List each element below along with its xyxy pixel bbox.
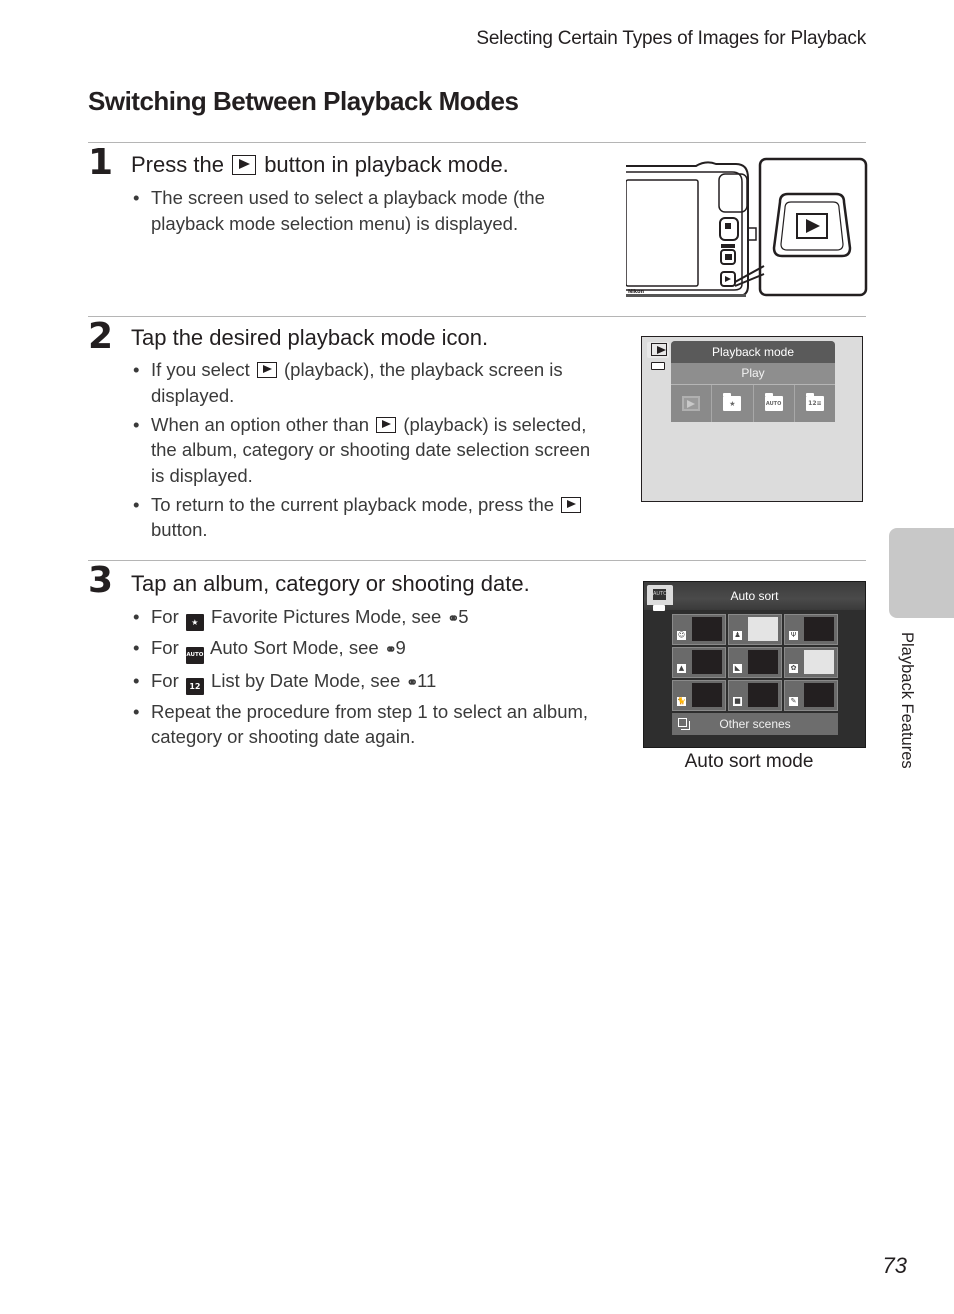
page-reference-link[interactable]: 9	[396, 637, 406, 658]
pet-icon: 🐈	[677, 697, 686, 706]
mode-option-play[interactable]	[671, 385, 713, 422]
thumbnail-photo	[804, 650, 834, 674]
step-2-title: Tap the desired playback mode icon.	[131, 325, 489, 350]
figure-caption: Auto sort mode	[684, 751, 814, 772]
current-mode-indicator: AUTO	[647, 585, 673, 605]
step-2-bullets: • If you select (playback), the playback …	[131, 357, 601, 546]
battery-icon	[651, 362, 665, 370]
thumbnail	[804, 617, 834, 641]
thumbnail-photo	[748, 617, 778, 641]
category-close-ups[interactable]: ✿	[784, 647, 838, 678]
playback-button-icon	[232, 155, 257, 175]
playback-icon	[256, 362, 277, 378]
smile-icon: ☺	[677, 631, 686, 640]
step-1-title: Press the button in playback mode.	[131, 154, 509, 176]
category-pet-portrait[interactable]: 🐈	[672, 680, 726, 711]
category-food[interactable]: Ψ	[784, 614, 838, 645]
category-smile-portrait[interactable]: ☺	[672, 614, 726, 645]
mode-option-list-by-date[interactable]: 12≡	[795, 385, 835, 422]
auto-sort-screen: Auto sort AUTO ☺ ♟ Ψ ▲ ◣ ✿ 🐈 ■ ✎ Other s…	[643, 581, 866, 748]
playback-icon	[376, 416, 397, 433]
bullet-item: • For AUTO Auto Sort Mode, see ⚭9	[131, 635, 601, 664]
category-dusk-to-dawn[interactable]: ◣	[728, 647, 782, 678]
dusk-icon: ◣	[733, 664, 742, 673]
reference-binoculars-icon: ⚭	[384, 641, 397, 657]
reference-binoculars-icon: ⚭	[406, 673, 418, 690]
list-by-date-icon: 12≡	[805, 393, 824, 411]
mode-option-auto-sort[interactable]: AUTO	[754, 385, 795, 422]
flower-icon: ✿	[789, 664, 798, 673]
auto-sort-icon: AUTO	[653, 589, 667, 600]
step-number-2: 2	[88, 316, 114, 357]
category-grid: ☺ ♟ Ψ ▲ ◣ ✿ 🐈 ■ ✎ Other scenes	[672, 614, 838, 735]
other-scenes-button[interactable]: Other scenes	[672, 713, 838, 735]
screen-title: Auto sort	[730, 589, 779, 603]
food-icon: Ψ	[789, 631, 798, 640]
step-number-1: 1	[88, 142, 114, 183]
bullet-item: • For ★ Favorite Pictures Mode, see ⚭5	[131, 604, 601, 632]
auto-sort-icon: AUTO	[185, 647, 204, 664]
mode-option-favorites[interactable]: ★	[712, 385, 754, 422]
step-3-title: Tap an album, category or shooting date.	[131, 571, 530, 596]
step-3-bullets: • For ★ Favorite Pictures Mode, see ⚭5 • F…	[131, 604, 601, 753]
bullet-item: • For 12 List by Date Mode, see ⚭11	[131, 668, 601, 696]
other-scenes-label: Other scenes	[719, 717, 791, 731]
reference-binoculars-icon: ⚭	[447, 610, 460, 626]
divider	[88, 142, 866, 143]
divider	[88, 316, 866, 317]
divider	[88, 560, 866, 561]
landscape-icon: ▲	[677, 664, 686, 673]
category-retouched-copies[interactable]: ✎	[784, 680, 838, 711]
thumbnail	[748, 650, 778, 674]
category-portraits[interactable]: ♟	[728, 614, 782, 645]
thumbnail	[692, 650, 722, 674]
play-triangle-icon	[806, 219, 820, 233]
play-icon	[682, 396, 701, 411]
playback-icon	[561, 496, 582, 513]
playback-icon	[651, 343, 667, 356]
bullet-item: • When an option other than (playback) is…	[133, 413, 591, 486]
movie-icon: ■	[733, 697, 742, 706]
thumbnail	[748, 683, 778, 707]
bullet-item: • If you select (playback), the playback …	[133, 359, 563, 406]
current-mode-indicator	[647, 342, 669, 358]
step-1-title-post: button in playback mode.	[264, 152, 509, 177]
bullet-item: • To return to the current playback mode,…	[131, 492, 601, 543]
favorite-pictures-icon: ★	[185, 614, 204, 631]
step-1-title-pre: Press the	[131, 152, 224, 177]
page-title: Switching Between Playback Modes	[88, 86, 519, 116]
brand-label: Nikon	[628, 289, 645, 295]
battery-icon	[653, 605, 665, 611]
auto-sort-icon: AUTO	[764, 393, 783, 411]
step-number-3: 3	[88, 560, 114, 601]
category-movie[interactable]: ■	[728, 680, 782, 711]
category-landscape[interactable]: ▲	[672, 647, 726, 678]
step-1-bullets: • The screen used to select a playback mo…	[131, 185, 571, 240]
menu-header: Playback mode	[671, 341, 835, 363]
page-reference-link[interactable]: 5	[458, 606, 468, 627]
thumbnail	[692, 617, 722, 641]
thumbnail	[692, 683, 722, 707]
bullet-item: • Repeat the procedure from step 1 to sel…	[133, 700, 589, 748]
section-tab	[889, 528, 954, 618]
page-reference-link[interactable]: 11	[417, 670, 436, 691]
section-tab-label: Playback Features	[898, 632, 916, 769]
retouch-icon: ✎	[789, 697, 798, 706]
portrait-icon: ♟	[733, 631, 742, 640]
favorite-pictures-icon: ★	[723, 393, 742, 411]
camera-body-outline	[626, 161, 749, 297]
running-head: Selecting Certain Types of Images for Pl…	[476, 28, 866, 49]
thumbnail	[804, 683, 834, 707]
page-number: 73	[882, 1253, 907, 1278]
lcd-screen	[626, 179, 699, 287]
camera-back-illustration: Nikon	[626, 157, 868, 297]
other-scenes-icon	[678, 718, 690, 730]
playback-mode-menu-screen: Playback mode Play ★ AUTO 12≡	[641, 336, 863, 502]
playback-mode-panel: Playback mode Play ★ AUTO 12≡	[671, 341, 835, 422]
selected-mode-label: Play	[671, 363, 835, 385]
list-by-date-icon: 12	[185, 677, 204, 695]
mode-icon-row: ★ AUTO 12≡	[671, 385, 835, 422]
bullet-item: • The screen used to select a playback mo…	[133, 187, 545, 234]
